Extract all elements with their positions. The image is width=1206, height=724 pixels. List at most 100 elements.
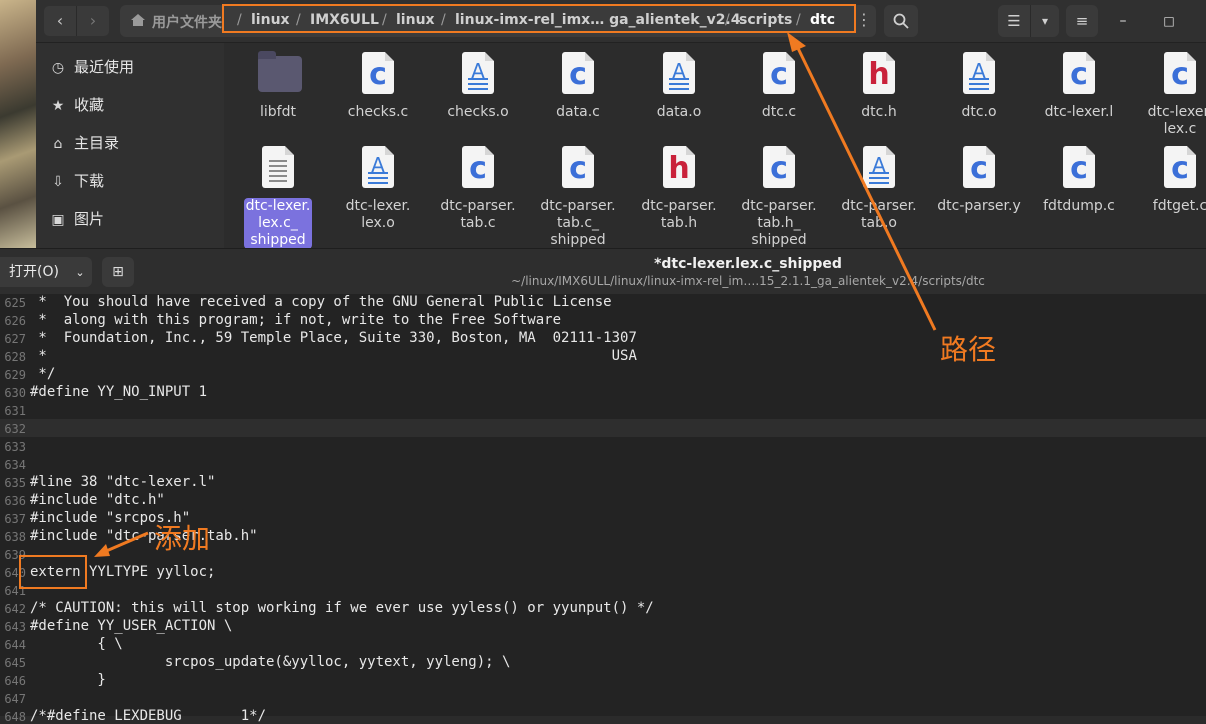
line-number: 648 <box>4 710 26 724</box>
line-number: 625 <box>4 296 26 310</box>
sidebar-item-pictures[interactable]: ▣ 图片 <box>48 208 218 234</box>
home-icon <box>131 14 145 26</box>
line-number: 642 <box>4 602 26 616</box>
file-item[interactable]: c dtc-parser. tab.c_ shipped <box>530 144 626 250</box>
c-source-file-icon: c <box>558 144 598 192</box>
current-line-highlight <box>0 419 1206 437</box>
annotation-path-label: 路径 <box>940 333 997 366</box>
line-number: 636 <box>4 494 26 508</box>
text-file-icon <box>258 144 298 192</box>
file-item[interactable]: A dtc-lexer. lex.o <box>330 144 426 250</box>
file-item[interactable]: A checks.o <box>430 50 526 156</box>
sidebar-item-label: 收藏 <box>74 96 105 114</box>
code-line[interactable]: } <box>30 672 105 688</box>
line-number: 634 <box>4 458 26 472</box>
extern-highlight-box <box>19 555 87 589</box>
file-item[interactable]: c checks.c <box>330 50 426 156</box>
file-name: dtc-parser. tab.c <box>440 198 516 231</box>
line-number: 630 <box>4 386 26 400</box>
object-file-icon: A <box>358 144 398 192</box>
download-icon: ⇩ <box>52 174 64 190</box>
file-item[interactable]: A dtc-parser. tab.o <box>831 144 927 250</box>
file-name: dtc-parser. tab.c_ shipped <box>540 198 616 248</box>
forward-button[interactable]: › <box>77 6 109 36</box>
file-item[interactable]: A dtc.o <box>931 50 1027 156</box>
search-icon <box>893 13 909 29</box>
c-source-file-icon: c <box>458 144 498 192</box>
sidebar-item-recent[interactable]: ◷ 最近使用 <box>48 56 218 82</box>
line-number: 626 <box>4 314 26 328</box>
code-line[interactable]: * You should have received a copy of the… <box>30 294 611 310</box>
path-home[interactable]: 用户文件夹 <box>152 12 222 32</box>
search-button[interactable] <box>884 5 918 37</box>
desktop-wallpaper <box>0 0 36 248</box>
code-line[interactable]: * USA <box>30 348 636 364</box>
sidebar-item-home[interactable]: ⌂ 主目录 <box>48 132 218 158</box>
file-item-selected[interactable]: dtc-lexer. lex.c_ shipped <box>230 144 326 250</box>
clock-icon: ◷ <box>51 60 65 76</box>
kebab-menu-icon[interactable]: ⋮ <box>856 12 872 30</box>
file-name: libfdt <box>260 104 296 120</box>
hamburger-icon: ≡ <box>1075 12 1089 30</box>
file-name: dtc.h <box>861 104 897 120</box>
code-line[interactable]: #define YY_USER_ACTION \ <box>30 618 232 634</box>
path-highlight-box <box>222 4 856 33</box>
file-item[interactable]: c dtc-lexer. lex.c <box>1110 50 1206 156</box>
c-source-file-icon: c <box>358 50 398 98</box>
file-name: fdtget.c <box>1152 198 1206 214</box>
c-source-file-icon: c <box>959 144 999 192</box>
line-number: 633 <box>4 440 26 454</box>
file-item[interactable]: c fdtget.c <box>1110 144 1206 250</box>
editor-title: *dtc-lexer.lex.c_shipped <box>654 256 842 272</box>
list-view-button[interactable]: ☰ <box>998 5 1031 37</box>
file-item[interactable]: A data.o <box>631 50 727 156</box>
file-item[interactable]: c dtc-parser. tab.c <box>430 144 526 250</box>
code-line[interactable]: srcpos_update(&yylloc, yytext, yyleng); … <box>30 654 511 670</box>
file-item[interactable]: h dtc.h <box>831 50 927 156</box>
code-line[interactable]: #include "dtc.h" <box>30 492 165 508</box>
file-name: dtc-parser. tab.h_ shipped <box>741 198 817 248</box>
picture-icon: ▣ <box>51 212 65 228</box>
object-file-icon: A <box>859 144 899 192</box>
sidebar-item-label: 图片 <box>74 210 105 228</box>
view-options-button[interactable]: ▾ <box>1031 5 1059 37</box>
line-number: 644 <box>4 638 26 652</box>
c-source-file-icon: c <box>1059 144 1099 192</box>
code-line[interactable]: * along with this program; if not, write… <box>30 312 561 328</box>
file-item[interactable]: c data.c <box>530 50 626 156</box>
main-menu-button[interactable]: ≡ <box>1066 5 1098 37</box>
code-line[interactable]: * Foundation, Inc., 59 Temple Place, Sui… <box>30 330 636 346</box>
sidebar-item-downloads[interactable]: ⇩ 下载 <box>48 170 218 196</box>
annotation-add-label: 添加 <box>154 522 211 555</box>
sidebar-item-starred[interactable]: ★ 收藏 <box>48 94 218 120</box>
file-name: checks.o <box>447 104 509 120</box>
file-name: dtc-lexer. lex.c <box>1147 104 1206 137</box>
maximize-button[interactable]: □ <box>1158 10 1180 32</box>
object-file-icon: A <box>458 50 498 98</box>
line-number: 647 <box>4 692 26 706</box>
code-line[interactable]: /*#define LEXDEBUG 1*/ <box>30 708 266 724</box>
file-name: dtc-parser.y <box>937 198 1021 214</box>
list-icon: ☰ <box>1007 12 1021 30</box>
file-item[interactable]: libfdt <box>230 50 326 156</box>
editor-subtitle-path: ~/linux/IMX6ULL/linux/linux-imx-rel_im….… <box>511 274 985 288</box>
line-number: 643 <box>4 620 26 634</box>
code-line[interactable]: */ <box>30 366 55 382</box>
line-number: 645 <box>4 656 26 670</box>
file-item[interactable]: c dtc.c <box>731 50 827 156</box>
line-number: 646 <box>4 674 26 688</box>
c-source-file-icon: c <box>1059 50 1099 98</box>
back-button[interactable]: ‹ <box>44 6 77 36</box>
code-line[interactable]: #define YY_NO_INPUT 1 <box>30 384 207 400</box>
file-item[interactable]: h dtc-parser. tab.h <box>631 144 727 250</box>
code-line[interactable]: /* CAUTION: this will stop working if we… <box>30 600 654 616</box>
code-line[interactable]: #include "dtc-parser.tab.h" <box>30 528 258 544</box>
sidebar-item-label: 主目录 <box>74 134 120 152</box>
file-item[interactable]: c dtc-parser. tab.h_ shipped <box>731 144 827 250</box>
object-file-icon: A <box>959 50 999 98</box>
c-header-file-icon: h <box>859 50 899 98</box>
code-line[interactable]: #line 38 "dtc-lexer.l" <box>30 474 215 490</box>
code-line[interactable]: { \ <box>30 636 122 652</box>
file-item[interactable]: c dtc-parser.y <box>931 144 1027 250</box>
minimize-button[interactable]: – <box>1112 10 1134 32</box>
